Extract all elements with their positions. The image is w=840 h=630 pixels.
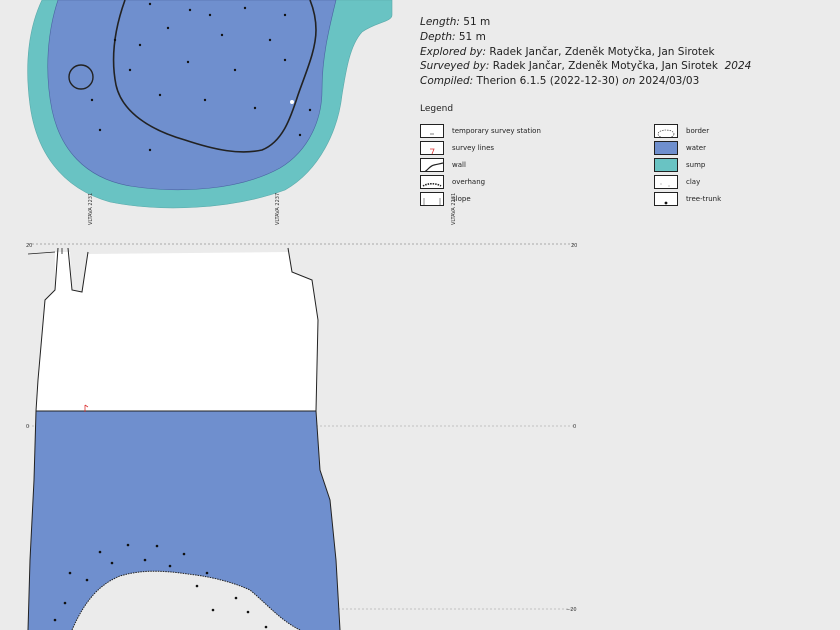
explored-label: Explored by:: [420, 45, 487, 58]
legend-item-water: water: [654, 141, 706, 155]
depth-row: Depth: 51 m: [420, 30, 751, 45]
profile-label-right-mid: 0: [573, 424, 576, 430]
border-icon: [654, 124, 678, 138]
legend-label-survey-line: survey lines: [452, 144, 495, 152]
compiled-value: Therion 6.1.5 (2022-12-30): [476, 75, 619, 88]
plan-station-marker: [290, 100, 294, 104]
legend-label-overhang: overhang: [452, 178, 486, 186]
survey-line-icon: [420, 141, 444, 155]
wall-icon: [420, 158, 444, 172]
surveyed-label: Surveyed by:: [420, 60, 490, 73]
profile-air-area: [36, 252, 318, 411]
surveyed-value: Radek Jančar, Zdeněk Motyčka, Jan Sirote…: [492, 60, 718, 73]
depth-value: 51 m: [458, 30, 486, 43]
length-value: 51 m: [463, 16, 491, 28]
depth-label: Depth:: [420, 30, 456, 43]
legend-item-clay: clay: [654, 175, 700, 189]
explored-value: Radek Jančar, Zdeněk Motyčka, Jan Sirote…: [489, 45, 715, 58]
legend-label-wall: wall: [452, 161, 466, 169]
legend-label-clay: clay: [686, 178, 701, 186]
compiled-label: Compiled:: [420, 75, 474, 88]
profile-view: 20 20 0 0 −20: [26, 243, 577, 630]
compiled-date: 2024/03/03: [638, 75, 700, 88]
plan-view: VLTAVA 2231 VLTAVA 2237 VLTAVA 2231: [27, 0, 457, 225]
sump-icon: [654, 158, 678, 172]
clay-icon: [654, 175, 678, 189]
surveyed-year: 2024: [724, 60, 752, 73]
profile-label-left-mid: 0: [26, 424, 29, 430]
legend-item-slope: slope: [420, 192, 471, 206]
profile-label-right-top: 20: [571, 243, 577, 249]
profile-label-left-top: 20: [26, 243, 32, 249]
overhang-icon: [420, 175, 444, 189]
legend-label-tree-trunk: tree-trunk: [686, 195, 722, 203]
length-label: Length:: [420, 16, 460, 28]
legend-item-tree-trunk: tree-trunk: [654, 192, 721, 206]
legend-label-water: water: [686, 144, 706, 152]
profile-label-right-bottom: −20: [566, 607, 577, 613]
plan-label-right: VLTAVA 2237: [275, 193, 281, 225]
legend-item-sump: sump: [654, 158, 705, 172]
length-row: Length: 51 m: [420, 15, 751, 30]
map-info: Length: 51 m Depth: 51 m Explored by: Ra…: [420, 15, 751, 89]
surveyed-row: Surveyed by: Radek Jančar, Zdeněk Motyčk…: [420, 59, 751, 74]
plan-label-left: VLTAVA 2231: [88, 193, 94, 225]
legend-item-survey-line: survey lines: [420, 141, 494, 155]
explored-row: Explored by: Radek Jančar, Zdeněk Motyčk…: [420, 45, 751, 60]
legend-item-border: border: [654, 124, 709, 138]
compiled-on: on: [622, 75, 636, 88]
compiled-row: Compiled: Therion 6.1.5 (2022-12-30) on …: [420, 74, 751, 89]
plan-pillar: [68, 64, 94, 90]
station-icon: [420, 124, 444, 138]
water-icon: [654, 141, 678, 155]
slope-icon: [420, 192, 444, 206]
profile-water-area: [28, 411, 340, 630]
legend-label-sump: sump: [686, 161, 706, 169]
legend-item-station: temporary survey station: [420, 124, 541, 138]
cave-map: VLTAVA 2231 VLTAVA 2237 VLTAVA 2231 20 2…: [26, 0, 577, 630]
legend-title: Legend: [420, 104, 454, 114]
legend-item-overhang: overhang: [420, 175, 485, 189]
tree-trunk-icon: [654, 192, 678, 206]
legend-item-wall: wall: [420, 158, 466, 172]
legend-label-station: temporary survey station: [452, 127, 541, 135]
legend-label-border: border: [686, 127, 710, 135]
legend-label-slope: slope: [452, 195, 471, 203]
